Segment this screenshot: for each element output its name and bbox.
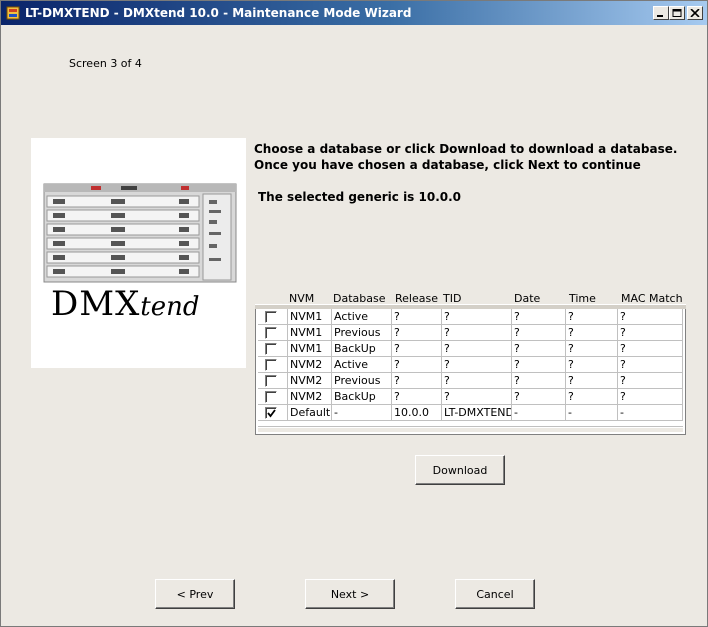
date-cell: ? bbox=[512, 309, 566, 325]
time-cell: ? bbox=[566, 309, 618, 325]
checkbox-cell[interactable] bbox=[258, 389, 288, 405]
checkbox-cell[interactable] bbox=[258, 357, 288, 373]
row-checkbox[interactable] bbox=[265, 359, 277, 371]
nvm-cell: Default bbox=[288, 405, 332, 421]
release-cell: ? bbox=[392, 389, 442, 405]
mac-match-cell: - bbox=[618, 405, 683, 421]
checkbox-cell[interactable] bbox=[258, 325, 288, 341]
mac-match-cell: ? bbox=[618, 341, 683, 357]
prev-button[interactable]: < Prev bbox=[155, 579, 235, 609]
table-body: NVM1 Active????? NVM1 Previous????? NVM1 Back… bbox=[255, 309, 686, 435]
row-checkbox[interactable] bbox=[265, 407, 277, 419]
release-cell: ? bbox=[392, 341, 442, 357]
tid-cell: ? bbox=[442, 325, 512, 341]
release-cell: ? bbox=[392, 309, 442, 325]
nvm-cell: NVM2 bbox=[288, 373, 332, 389]
database-cell: - bbox=[332, 405, 392, 421]
tid-cell: LT-DMXTEND bbox=[442, 405, 512, 421]
table-row[interactable]: NVM2 Active????? bbox=[258, 357, 683, 373]
row-checkbox[interactable] bbox=[265, 327, 277, 339]
nvm-cell: NVM2 bbox=[288, 357, 332, 373]
close-icon[interactable] bbox=[687, 6, 703, 20]
date-cell: ? bbox=[512, 389, 566, 405]
table-row[interactable]: NVM2 BackUp????? bbox=[258, 389, 683, 405]
nvm-cell: NVM1 bbox=[288, 341, 332, 357]
tid-cell: ? bbox=[442, 389, 512, 405]
instruction-line-2: Once you have chosen a database, click N… bbox=[254, 158, 641, 172]
date-cell: - bbox=[512, 405, 566, 421]
database-cell: Previous bbox=[332, 373, 392, 389]
tid-cell: ? bbox=[442, 309, 512, 325]
date-cell: ? bbox=[512, 373, 566, 389]
instruction-line-1: Choose a database or click Download to d… bbox=[254, 142, 678, 156]
app-icon bbox=[6, 6, 20, 20]
title-bar[interactable]: LT-DMXTEND - DMXtend 10.0 - Maintenance … bbox=[1, 1, 707, 25]
mac-match-cell: ? bbox=[618, 325, 683, 341]
minimize-icon[interactable] bbox=[653, 6, 669, 20]
table-row[interactable]: NVM2 Previous????? bbox=[258, 373, 683, 389]
database-cell: Previous bbox=[332, 325, 392, 341]
database-cell: BackUp bbox=[332, 389, 392, 405]
release-cell: ? bbox=[392, 357, 442, 373]
checkbox-cell[interactable] bbox=[258, 373, 288, 389]
wizard-window: LT-DMXTEND - DMXtend 10.0 - Maintenance … bbox=[0, 0, 708, 627]
date-cell: ? bbox=[512, 325, 566, 341]
row-checkbox[interactable] bbox=[265, 375, 277, 387]
database-cell: BackUp bbox=[332, 341, 392, 357]
database-cell: Active bbox=[332, 309, 392, 325]
time-cell: ? bbox=[566, 325, 618, 341]
mac-match-cell: ? bbox=[618, 373, 683, 389]
tid-cell: ? bbox=[442, 341, 512, 357]
time-cell: ? bbox=[566, 357, 618, 373]
screen-indicator: Screen 3 of 4 bbox=[69, 57, 142, 70]
shelf-illustration bbox=[43, 183, 237, 283]
date-cell: ? bbox=[512, 357, 566, 373]
table-rows: NVM1 Active????? NVM1 Previous????? NVM1 Back… bbox=[258, 309, 683, 427]
checkbox-cell[interactable] bbox=[258, 309, 288, 325]
time-cell: ? bbox=[566, 389, 618, 405]
release-cell: ? bbox=[392, 373, 442, 389]
table-row[interactable]: Default -10.0.0 LT-DMXTEND - - - bbox=[258, 405, 683, 421]
logo-text-big: DMX bbox=[51, 284, 141, 324]
time-cell: - bbox=[566, 405, 618, 421]
mac-match-cell: ? bbox=[618, 389, 683, 405]
logo-text-small: tend bbox=[140, 292, 200, 322]
release-cell: ? bbox=[392, 325, 442, 341]
window-title: LT-DMXTEND - DMXtend 10.0 - Maintenance … bbox=[25, 6, 412, 20]
table-row[interactable]: NVM1 Active????? bbox=[258, 309, 683, 325]
nvm-cell: NVM1 bbox=[288, 309, 332, 325]
cancel-button[interactable]: Cancel bbox=[455, 579, 535, 609]
mac-match-cell: ? bbox=[618, 309, 683, 325]
tid-cell: ? bbox=[442, 373, 512, 389]
selected-generic-label: The selected generic is 10.0.0 bbox=[258, 190, 462, 204]
checkbox-cell[interactable] bbox=[258, 341, 288, 357]
checkbox-cell[interactable] bbox=[258, 405, 288, 421]
row-checkbox[interactable] bbox=[265, 311, 277, 323]
maximize-icon[interactable] bbox=[669, 6, 685, 20]
row-checkbox[interactable] bbox=[265, 391, 277, 403]
next-button[interactable]: Next > bbox=[305, 579, 395, 609]
release-cell: 10.0.0 bbox=[392, 405, 442, 421]
date-cell: ? bbox=[512, 341, 566, 357]
product-logo: DMXtend bbox=[31, 138, 246, 368]
logo-wordmark: DMXtend bbox=[51, 284, 200, 324]
table-row[interactable]: NVM1 BackUp????? bbox=[258, 341, 683, 357]
download-button[interactable]: Download bbox=[415, 455, 505, 485]
horizontal-scrollbar[interactable] bbox=[258, 428, 683, 432]
time-cell: ? bbox=[566, 373, 618, 389]
database-cell: Active bbox=[332, 357, 392, 373]
nvm-cell: NVM1 bbox=[288, 325, 332, 341]
table-row[interactable]: NVM1 Previous????? bbox=[258, 325, 683, 341]
mac-match-cell: ? bbox=[618, 357, 683, 373]
nvm-cell: NVM2 bbox=[288, 389, 332, 405]
check-icon bbox=[267, 409, 276, 418]
time-cell: ? bbox=[566, 341, 618, 357]
tid-cell: ? bbox=[442, 357, 512, 373]
row-checkbox[interactable] bbox=[265, 343, 277, 355]
database-table: NVM Database Release TID Date Time MAC M… bbox=[255, 290, 686, 435]
